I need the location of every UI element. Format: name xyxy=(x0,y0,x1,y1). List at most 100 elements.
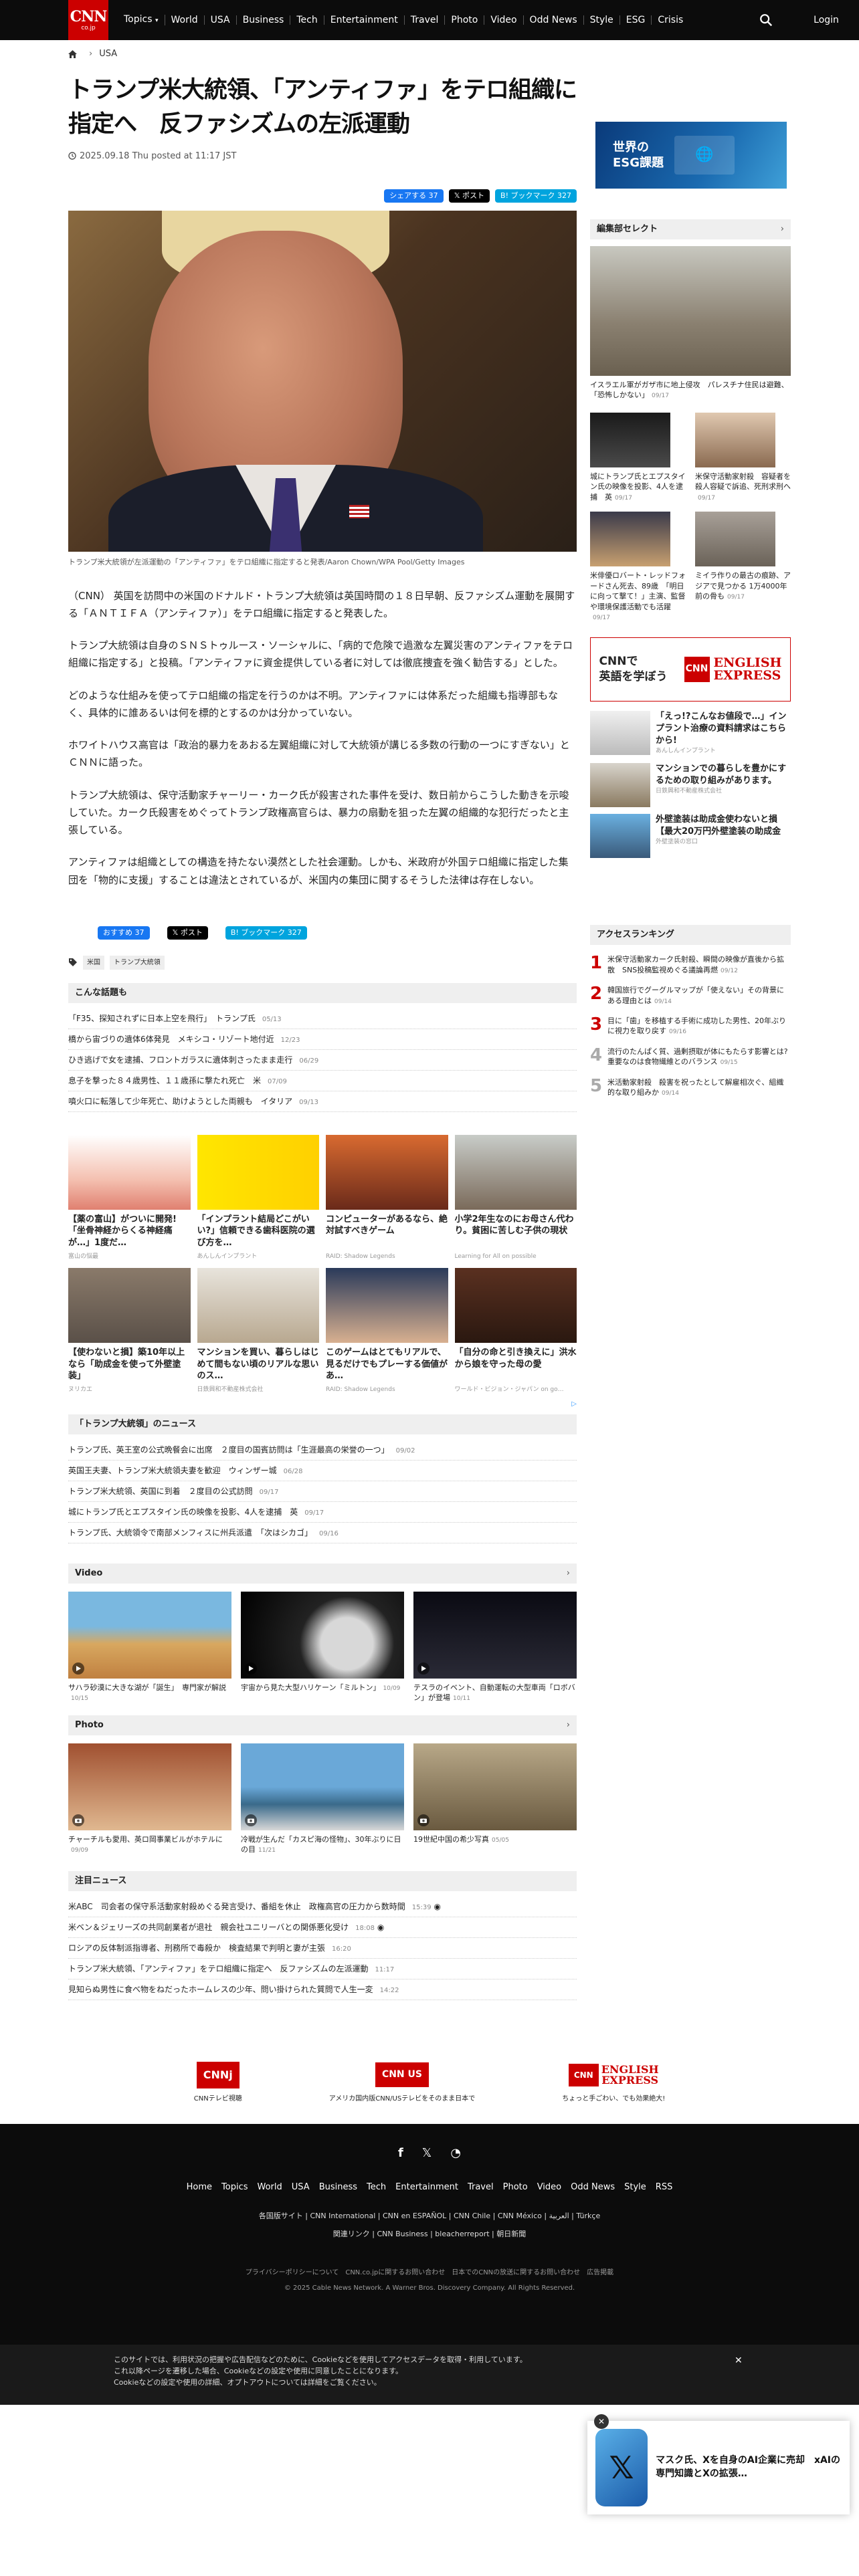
nav-travel[interactable]: Travel xyxy=(405,15,446,25)
list-item[interactable]: ひき逃げで女を逮捕、フロントガラスに遺体刺さったまま走行 06/29 xyxy=(68,1050,577,1071)
tag-item[interactable]: トランプ大統領 xyxy=(110,955,165,970)
facebook-share-button[interactable]: シェアする 37 xyxy=(384,189,444,203)
sponsored-card[interactable]: 「自分の命と引き換えに」洪水から娘を守った母の愛 ワールド・ビジョン・ジャパン o… xyxy=(454,1268,577,1395)
sponsored-card[interactable]: マンションを買い、暮らしはじめて間もない頃のリアルな思いのス… 日鉄興和不動産株式… xyxy=(197,1268,319,1395)
footer-nav-item[interactable]: World xyxy=(258,2181,282,2194)
editors-select-item[interactable]: 米俳優ロバート・レッドフォードさん死去、89歳 「明日に向って撃て！」主演、監督… xyxy=(590,512,686,622)
list-item[interactable]: トランプ氏、大統領令で南部メンフィスに州兵派遣 「次はシカゴ」 09/16 xyxy=(68,1523,577,1543)
ranking-item[interactable]: 1 米保守活動家カーク氏射殺、瞬間の映像が直後から拡散 SNS投稿監視めぐる議論再… xyxy=(590,954,791,976)
video-card[interactable]: サハラ砂漠に大きな湖が「誕生」 専門家が解説10/15 xyxy=(68,1591,231,1703)
footer-nav-item[interactable]: Topics xyxy=(221,2181,248,2194)
nav-photo[interactable]: Photo xyxy=(445,15,485,25)
footer-nav-item[interactable]: Travel xyxy=(468,2181,494,2194)
editors-select-item[interactable]: 米保守活動家射殺 容疑者を殺人容疑で訴追、死刑求刑へ09/17 xyxy=(695,412,791,502)
sponsored-item[interactable]: マンションでの暮らしを豊かにするための取り組みがあります。 日鉄興和不動産株式会社 xyxy=(590,762,791,807)
legal-links[interactable]: プライバシーポリシーについて CNN.co.jpに関するお問い合わせ 日本でのC… xyxy=(0,2268,859,2278)
facebook-recommend-button[interactable]: おすすめ 37 xyxy=(98,926,150,940)
photo-card[interactable]: 19世紀中国の希少写真 05/05 xyxy=(413,1743,577,1855)
footer-nav-item[interactable]: Video xyxy=(537,2181,561,2194)
footer-nav-item[interactable]: USA xyxy=(292,2181,310,2194)
editors-select-item[interactable]: 城にトランプ氏とエプスタイン氏の映像を投影、4人を逮捕 英 09/17 xyxy=(590,412,686,502)
nav-style[interactable]: Style xyxy=(584,15,620,25)
list-item[interactable]: 英国王夫妻、トランプ米大統領夫妻を歓迎 ウィンザー城 06/28 xyxy=(68,1461,577,1481)
nav-topics[interactable]: Topics ▾ xyxy=(118,15,165,25)
cnn-us-logo-link[interactable]: CNN US アメリカ国内版CNN/USテレビをそのまま日本で xyxy=(329,2060,475,2104)
video-heading[interactable]: Video › xyxy=(68,1563,577,1584)
hatena-bookmark-button[interactable]: B! ブックマーク 327 xyxy=(495,189,577,203)
ad-choices-icon[interactable]: ▷ xyxy=(68,1399,577,1409)
nav-esg[interactable]: ESG xyxy=(620,15,652,25)
ranking-item[interactable]: 4 流行のたんぱく質、過剰摂取が体にもたらす影響とは? 重要なのは食物繊維とのバラ… xyxy=(590,1047,795,1068)
editors-select-feature[interactable]: イスラエル軍がガザ市に地上侵攻 パレスチナ住民は避難、「恐怖しかない」 09/17 xyxy=(590,246,791,401)
esg-banner[interactable]: 世界の ESG課題 🌐 xyxy=(595,122,787,189)
photo-card[interactable]: チャーチルも愛用、英ロ岡事業ビルがホテルに09/09 xyxy=(68,1743,231,1855)
nav-world[interactable]: World xyxy=(165,15,205,25)
sponsored-card[interactable]: このゲームはとてもリアルで、見るだけでもプレーする価値があ… RAID: Shad… xyxy=(326,1268,448,1395)
editors-select-heading[interactable]: 編集部セレクト › xyxy=(590,219,791,239)
facebook-icon[interactable]: f xyxy=(398,2144,403,2162)
rss-icon[interactable]: ◔ xyxy=(450,2144,461,2162)
list-item[interactable]: 「F35、探知されずに日本上空を飛行」 トランプ氏 05/13 xyxy=(68,1008,577,1029)
video-card[interactable]: テスラのイベント、自動運転の大型車両「ロボバン」が登場 10/11 xyxy=(413,1591,577,1703)
tag-item[interactable]: 米国 xyxy=(83,955,104,970)
home-icon[interactable] xyxy=(68,50,77,58)
list-item[interactable]: 息子を撃った８４歳男性、１１歳孫に撃たれ死亡 米 07/09 xyxy=(68,1071,577,1091)
ranking-item[interactable]: 2 韓国旅行でグーグルマップが「使えない」その背景にある理由とは 09/14 xyxy=(590,985,791,1006)
ranking-item[interactable]: 3 目に「歯」を移植する手術に成功した男性、20年ぶりに視力を取り戻す 09/16 xyxy=(590,1016,791,1037)
close-icon[interactable]: ✕ xyxy=(594,2414,609,2429)
footer-nav-item[interactable]: Style xyxy=(624,2181,646,2194)
login-link[interactable]: Login xyxy=(814,13,839,27)
list-item[interactable]: 米ベン＆ジェリーズの共同創業者が退社 親会社ユニリーバとの関係悪化受け 18:08… xyxy=(68,1917,577,1938)
cnn-logo[interactable]: CNN co.jp xyxy=(68,0,108,40)
cookie-text[interactable]: Cookieなどの設定や使用の詳細、オプトアウトについては詳細をご覧ください。 xyxy=(114,2377,859,2388)
footer-nav-item[interactable]: Photo xyxy=(503,2181,528,2194)
breadcrumb-section[interactable]: USA xyxy=(99,47,117,61)
cnnj-logo-link[interactable]: CNNj CNNテレビ視聴 xyxy=(194,2060,242,2104)
search-icon[interactable] xyxy=(759,13,773,27)
nav-crisis[interactable]: Crisis xyxy=(652,15,689,25)
international-editions[interactable]: 各国版サイト | CNN International | CNN en ESPA… xyxy=(0,2211,859,2222)
list-item[interactable]: 米ABC 司会者の保守系活動家射殺めぐる発言受け、番組を休止 政権高官の圧力から… xyxy=(68,1897,577,1917)
list-item[interactable]: ロシアの反体制派指導者、刑務所で毒殺か 検査結果で判明と妻が主張 16:20 xyxy=(68,1938,577,1959)
sponsored-card[interactable]: 【薬の富山】がついに開発!「坐骨神経からくる神経痛が…」1度だ… 富山の悩最 xyxy=(68,1134,191,1262)
list-item[interactable]: トランプ米大統領、英国に到着 ２度目の公式訪問 09/17 xyxy=(68,1481,577,1502)
video-card[interactable]: 宇宙から見た大型ハリケーン「ミルトン」 10/09 xyxy=(241,1591,404,1703)
sponsored-item[interactable]: 外壁塗装は助成金使わないと損【最大20万円外壁塗装の助成金 外壁塗装の窓口 xyxy=(590,813,791,858)
photo-heading[interactable]: Photo › xyxy=(68,1715,577,1735)
hatena-bookmark-button-bottom[interactable]: B! ブックマーク 327 xyxy=(225,926,307,940)
nav-business[interactable]: Business xyxy=(237,15,291,25)
list-item[interactable]: 見知らぬ男性に食べ物をねだったホームレスの少年、問い掛けられた質問で人生一変 14… xyxy=(68,1979,577,2000)
list-item[interactable]: 城にトランプ氏とエプスタイン氏の映像を投影、4人を逮捕 英 09/17 xyxy=(68,1502,577,1523)
nav-video[interactable]: Video xyxy=(484,15,524,25)
nav-odd-news[interactable]: Odd News xyxy=(524,15,584,25)
english-express-banner[interactable]: CNNで 英語を学ぼう CNN ENGLISH EXPRESS xyxy=(590,637,791,702)
ranking-item[interactable]: 5 米活動家射殺 殺害を祝ったとして解雇相次ぐ、組織的な取り組みか 09/14 xyxy=(590,1077,791,1099)
list-item[interactable]: トランプ米大統領、「アンティファ」をテロ組織に指定へ 反ファシズムの左派運動 11… xyxy=(68,1959,577,1979)
footer-nav-item[interactable]: Odd News xyxy=(571,2181,615,2194)
sponsored-card[interactable]: コンピューターがあるなら、絶対試すべきゲーム RAID: Shadow Legen… xyxy=(326,1134,448,1262)
sponsored-card[interactable]: 【使わないと損】築10年以上なら「助成金を使って外壁塗装」 ヌリカエ xyxy=(68,1268,191,1395)
nav-usa[interactable]: USA xyxy=(205,15,237,25)
close-icon[interactable]: ✕ xyxy=(735,2354,743,2369)
x-post-button-bottom[interactable]: 𝕏 ポスト xyxy=(167,926,208,940)
photo-card[interactable]: 冷戦が生んだ「カスピ海の怪物」、30年ぶりに日の目 11/21 xyxy=(241,1743,404,1855)
x-icon[interactable]: 𝕏 xyxy=(422,2144,432,2162)
floating-promo[interactable]: ✕ 𝕏 マスク氏、Xを自身のAI企業に売却 xAIの専門知識とXの拡張… xyxy=(587,2414,850,2514)
footer-nav-item[interactable]: RSS xyxy=(656,2181,673,2194)
list-item[interactable]: トランプ氏、英王室の公式晩餐会に出席 ２度目の国賓訪問は「生涯最高の栄誉の一つ」… xyxy=(68,1440,577,1461)
list-item[interactable]: 噴火口に転落して少年死亡、助けようとした両親も イタリア 09/13 xyxy=(68,1091,577,1112)
x-post-button[interactable]: 𝕏 ポスト xyxy=(448,189,490,203)
footer-nav-item[interactable]: Home xyxy=(187,2181,212,2194)
sponsored-card[interactable]: 「インプラント結局どこがいい?」信頼できる歯科医院の選び方を… あんしんインプラン… xyxy=(197,1134,319,1262)
editors-select-item[interactable]: ミイラ作りの最古の痕跡、アジアで見つかる 1万4000年前の骨も 09/17 xyxy=(695,512,791,622)
list-item[interactable]: 橋から宙づりの遺体6体発見 メキシコ・リゾート地付近 12/23 xyxy=(68,1029,577,1050)
paragraph: ホワイトハウス高官は「政治的暴力をあおる左翼組織に対して大統領が講じる多数の行動… xyxy=(68,739,570,769)
sponsored-card[interactable]: 小学2年生なのにお母さん代わり。貧困に苦しむ子供の現状 Learning for … xyxy=(454,1134,577,1262)
nav-entertainment[interactable]: Entertainment xyxy=(324,15,405,25)
footer-nav-item[interactable]: Tech xyxy=(367,2181,386,2194)
footer-nav-item[interactable]: Entertainment xyxy=(395,2181,458,2194)
related-links[interactable]: 関連リンク | CNN Business | bleacherreport | … xyxy=(0,2229,859,2240)
sponsored-item[interactable]: 「えっ!?こんなお値段で…」インプラント治療の資料請求はこちらから! あんしんイン… xyxy=(590,710,791,756)
nav-tech[interactable]: Tech xyxy=(290,15,324,25)
footer-nav-item[interactable]: Business xyxy=(319,2181,357,2194)
